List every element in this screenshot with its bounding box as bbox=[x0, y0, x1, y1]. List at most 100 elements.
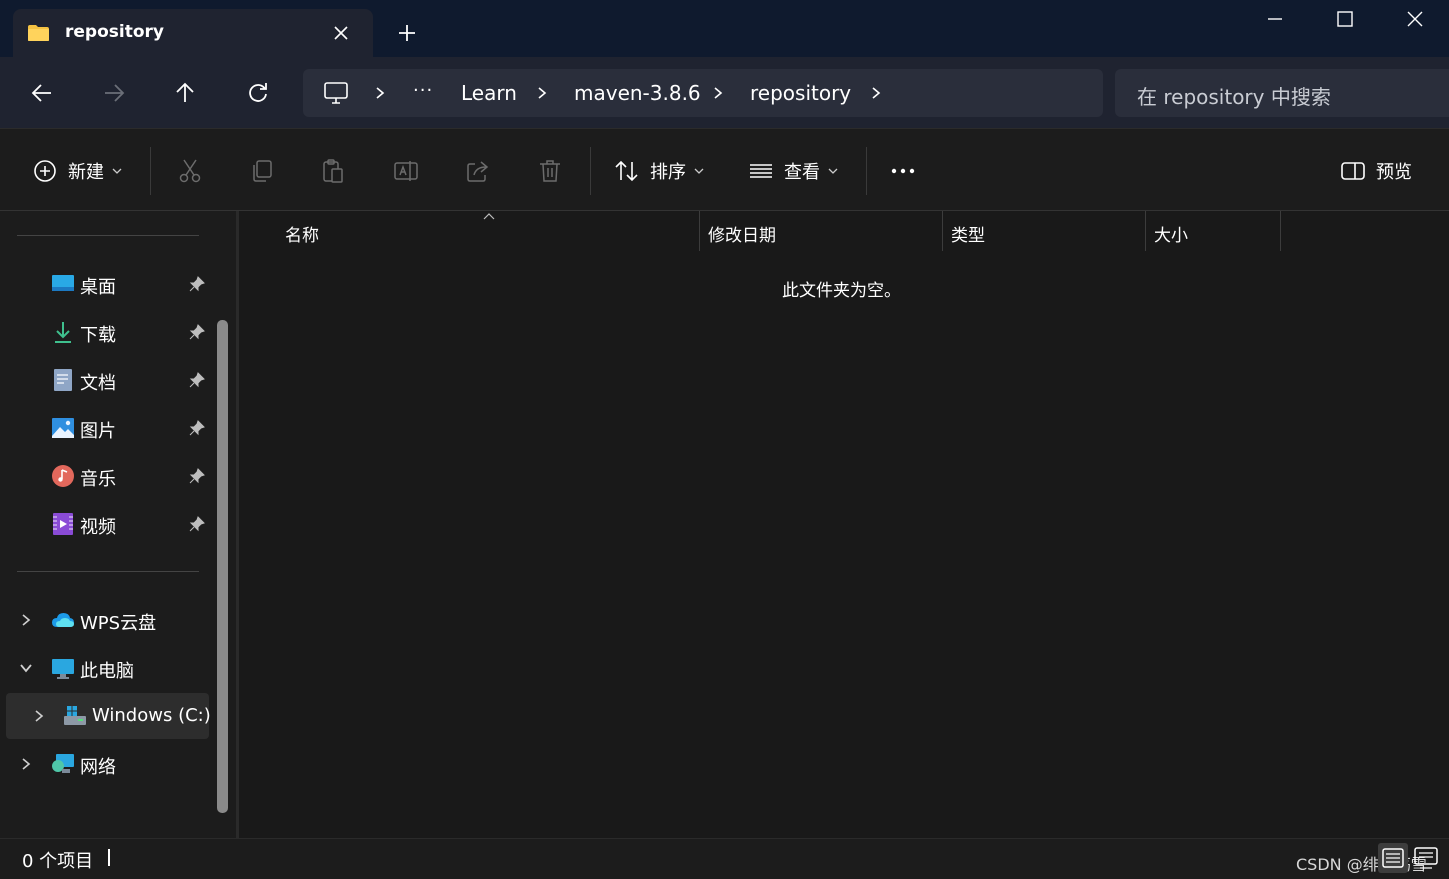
minimize-icon[interactable] bbox=[1264, 8, 1286, 30]
tiles-view-button[interactable] bbox=[1411, 843, 1441, 873]
chevron-right-icon[interactable] bbox=[20, 613, 32, 627]
sidebar-item-documents[interactable]: 文档 bbox=[6, 357, 209, 403]
chevron-down-icon[interactable] bbox=[20, 661, 32, 675]
details-view-icon bbox=[1382, 848, 1404, 868]
breadcrumb-maven[interactable]: maven-3.8.6 bbox=[574, 81, 701, 105]
music-icon bbox=[52, 465, 74, 487]
video-icon bbox=[53, 513, 73, 535]
breadcrumb-overflow[interactable]: ··· bbox=[413, 80, 433, 101]
sidebar-item-desktop[interactable]: 桌面 bbox=[6, 261, 209, 307]
pin-icon[interactable] bbox=[189, 372, 205, 388]
chevron-right-icon[interactable] bbox=[711, 85, 725, 101]
download-icon bbox=[55, 322, 71, 343]
sidebar-item-music[interactable]: 音乐 bbox=[6, 453, 209, 499]
paste-button[interactable] bbox=[320, 129, 346, 212]
sort-button[interactable]: 排序 bbox=[614, 129, 704, 212]
view-list-icon bbox=[750, 163, 772, 178]
computer-icon[interactable] bbox=[323, 81, 349, 105]
new-tab-icon[interactable] bbox=[396, 22, 418, 44]
breadcrumb-learn[interactable]: Learn bbox=[461, 81, 517, 105]
computer-icon bbox=[52, 659, 74, 679]
maximize-icon[interactable] bbox=[1334, 8, 1356, 30]
chevron-right-icon[interactable] bbox=[20, 757, 32, 771]
sidebar-item-label: 此电脑 bbox=[80, 661, 134, 682]
view-button[interactable]: 查看 bbox=[748, 129, 838, 212]
refresh-icon[interactable] bbox=[245, 80, 271, 106]
column-resizer[interactable] bbox=[1280, 211, 1281, 251]
sidebar-item-pictures[interactable]: 图片 bbox=[6, 405, 209, 451]
toolbar-divider bbox=[590, 147, 591, 195]
pin-icon[interactable] bbox=[189, 420, 205, 436]
close-tab-icon[interactable] bbox=[331, 23, 351, 43]
copy-button[interactable] bbox=[249, 129, 275, 212]
drive-icon bbox=[64, 706, 86, 725]
chevron-down-icon bbox=[828, 168, 838, 174]
clipboard-icon bbox=[323, 158, 343, 183]
pin-icon[interactable] bbox=[189, 468, 205, 484]
share-button[interactable] bbox=[465, 129, 491, 212]
toolbar-divider bbox=[150, 147, 151, 195]
column-header-type[interactable]: 类型 bbox=[943, 211, 1145, 251]
pin-icon[interactable] bbox=[189, 276, 205, 292]
back-arrow-icon[interactable] bbox=[29, 80, 55, 106]
column-header-label: 类型 bbox=[951, 226, 985, 246]
empty-folder-message: 此文件夹为空。 bbox=[782, 281, 901, 301]
sidebar-item-windows-c[interactable]: Windows (C:) bbox=[6, 693, 211, 739]
command-bar: 新建 排序 查看 预览 bbox=[0, 128, 1449, 211]
rename-button[interactable] bbox=[393, 129, 419, 212]
trash-icon bbox=[540, 159, 560, 182]
text-cursor bbox=[108, 849, 110, 866]
sidebar-item-label: 下载 bbox=[80, 325, 116, 346]
chevron-right-icon[interactable] bbox=[869, 85, 883, 101]
item-count: 0 个项目 bbox=[22, 851, 94, 872]
sidebar-item-wps-cloud[interactable]: WPS云盘 bbox=[6, 597, 209, 643]
preview-pane-icon bbox=[1341, 161, 1365, 180]
details-view-button[interactable] bbox=[1378, 843, 1408, 873]
sidebar-item-label: 音乐 bbox=[80, 469, 116, 490]
search-placeholder[interactable]: 在 repository 中搜索 bbox=[1137, 81, 1331, 110]
sidebar-item-network[interactable]: 网络 bbox=[6, 741, 209, 787]
pin-icon[interactable] bbox=[189, 324, 205, 340]
pictures-icon bbox=[52, 418, 74, 438]
copy-icon bbox=[253, 159, 272, 182]
folder-icon bbox=[28, 25, 49, 41]
cut-button[interactable] bbox=[177, 129, 203, 212]
navigation-pane: 桌面 下载 文档 图片 音乐 视频 WPS云盘 此电脑 Windows (C:)… bbox=[0, 211, 238, 838]
search-box[interactable]: 在 repository 中搜索 bbox=[1115, 69, 1449, 117]
more-options-button[interactable] bbox=[890, 129, 916, 212]
address-bar[interactable]: ··· Learn maven-3.8.6 repository bbox=[303, 69, 1103, 117]
tab-repository[interactable]: repository bbox=[13, 9, 373, 57]
scissors-icon bbox=[179, 159, 201, 182]
rename-icon bbox=[394, 160, 418, 181]
delete-button[interactable] bbox=[537, 129, 563, 212]
chevron-right-icon[interactable] bbox=[33, 709, 45, 723]
tab-title: repository bbox=[65, 22, 164, 42]
close-window-icon[interactable] bbox=[1404, 8, 1426, 30]
chevron-right-icon[interactable] bbox=[373, 85, 387, 101]
pin-icon[interactable] bbox=[189, 516, 205, 532]
preview-button[interactable]: 预览 bbox=[1340, 129, 1412, 212]
column-header-date[interactable]: 修改日期 bbox=[700, 211, 942, 251]
forward-arrow-icon[interactable] bbox=[101, 80, 127, 106]
sidebar-item-videos[interactable]: 视频 bbox=[6, 501, 209, 547]
up-arrow-icon[interactable] bbox=[172, 80, 198, 106]
sidebar-scrollbar[interactable] bbox=[217, 320, 228, 813]
toolbar-divider bbox=[866, 147, 867, 195]
cloud-icon bbox=[52, 613, 74, 627]
desktop-icon bbox=[52, 275, 74, 291]
new-button[interactable]: 新建 bbox=[32, 129, 122, 212]
sidebar-item-this-pc[interactable]: 此电脑 bbox=[6, 645, 209, 691]
sidebar-item-label: 图片 bbox=[80, 421, 116, 442]
sidebar-item-label: 文档 bbox=[80, 373, 116, 394]
column-header-size[interactable]: 大小 bbox=[1146, 211, 1280, 251]
sidebar-item-label: 桌面 bbox=[80, 277, 116, 298]
breadcrumb-repository[interactable]: repository bbox=[750, 81, 851, 105]
document-icon bbox=[54, 369, 72, 391]
sidebar-item-downloads[interactable]: 下载 bbox=[6, 309, 209, 355]
sidebar-item-label: Windows (C:) bbox=[92, 705, 211, 726]
chevron-right-icon[interactable] bbox=[535, 85, 549, 101]
add-circle-icon bbox=[34, 159, 56, 182]
sidebar-item-label: WPS云盘 bbox=[80, 613, 157, 634]
chevron-down-icon bbox=[694, 168, 704, 174]
column-header-name[interactable]: 名称 bbox=[239, 211, 699, 251]
